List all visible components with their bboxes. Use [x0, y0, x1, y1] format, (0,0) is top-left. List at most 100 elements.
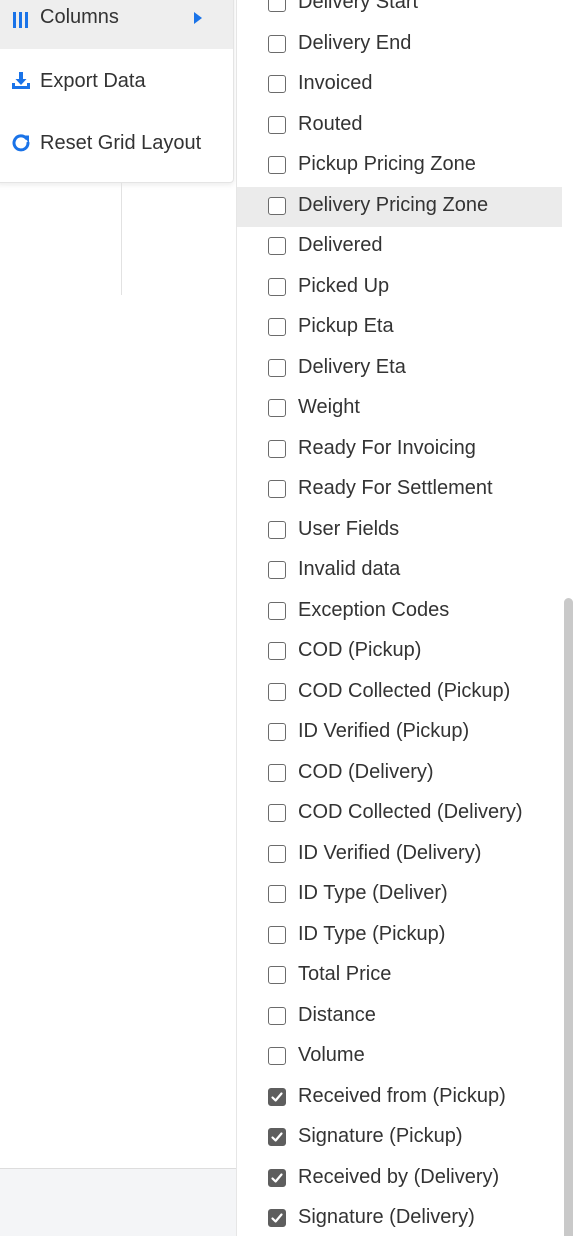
checkbox[interactable] — [268, 34, 286, 53]
checkbox-checked[interactable] — [268, 1128, 286, 1146]
checkmark-icon — [271, 1172, 283, 1183]
column-option-label: ID Type (Pickup) — [298, 922, 446, 945]
checkbox[interactable] — [268, 682, 286, 701]
column-option-label: Picked Up — [298, 274, 390, 297]
column-option[interactable]: Pickup Pricing Zone — [237, 146, 562, 186]
refresh-icon — [12, 134, 30, 152]
columns-panel-scrollbar[interactable] — [564, 598, 573, 1236]
column-option-label: Signature (Delivery) — [298, 1206, 475, 1228]
checkbox[interactable] — [268, 237, 286, 255]
export-data-menu-item[interactable]: Export Data — [0, 51, 233, 111]
column-option-label: Pickup Eta — [298, 315, 394, 337]
checkbox[interactable] — [268, 885, 286, 903]
checkbox[interactable] — [268, 75, 286, 93]
grid-context-menu: Columns Export Data Reset Grid Layout — [0, 0, 234, 183]
checkbox[interactable] — [268, 966, 286, 984]
column-option[interactable]: Invalid data — [237, 551, 562, 591]
reset-grid-layout-label: Reset Grid Layout — [40, 132, 202, 154]
column-option[interactable]: Delivered — [237, 227, 562, 267]
checkbox-checked[interactable] — [268, 1168, 286, 1187]
column-option[interactable]: ID Type (Pickup) — [237, 916, 562, 956]
checkbox[interactable] — [268, 439, 286, 458]
grid-column-divider — [121, 183, 122, 295]
column-option[interactable]: Received from (Pickup) — [237, 1078, 562, 1118]
column-option[interactable]: Weight — [237, 389, 562, 429]
checkmark-icon — [271, 1132, 283, 1142]
column-option[interactable]: Delivery Start — [237, 0, 562, 24]
column-option[interactable]: Volume — [237, 1037, 562, 1077]
checkbox[interactable] — [268, 520, 286, 539]
checkbox[interactable] — [268, 318, 286, 336]
column-option[interactable]: Total Price — [237, 956, 562, 996]
column-option[interactable]: Delivery Eta — [237, 349, 562, 389]
column-option[interactable]: Ready For Invoicing — [237, 430, 562, 470]
download-icon — [12, 72, 30, 89]
columns-icon — [13, 12, 28, 28]
column-option-label: Signature (Pickup) — [298, 1125, 463, 1147]
checkbox[interactable] — [268, 925, 286, 944]
column-option-label: Invoiced — [298, 72, 373, 94]
export-data-label: Export Data — [40, 70, 146, 92]
column-option[interactable]: Delivery End — [237, 25, 562, 65]
checkbox[interactable] — [268, 804, 286, 822]
column-option[interactable]: Delivery Pricing Zone — [237, 186, 562, 227]
column-option[interactable]: Pickup Eta — [237, 308, 562, 348]
column-option-label: ID Verified (Delivery) — [298, 841, 482, 864]
checkbox[interactable] — [268, 601, 286, 620]
column-option[interactable]: Picked Up — [237, 268, 562, 308]
checkbox[interactable] — [268, 561, 286, 579]
checkbox[interactable] — [268, 763, 286, 782]
grid-footer — [0, 1168, 237, 1236]
column-option[interactable]: Routed — [237, 106, 562, 146]
column-option-label: COD (Pickup) — [298, 639, 422, 661]
column-option[interactable]: Received by (Delivery) — [237, 1159, 562, 1199]
column-option[interactable]: Signature (Pickup) — [237, 1118, 562, 1158]
checkmark-icon — [271, 1213, 283, 1223]
checkbox[interactable] — [268, 642, 286, 660]
column-option-label: Delivery End — [298, 31, 412, 54]
reset-grid-layout-menu-item[interactable]: Reset Grid Layout — [0, 113, 233, 173]
checkbox[interactable] — [268, 844, 286, 863]
checkbox[interactable] — [268, 277, 286, 296]
column-option[interactable]: COD Collected (Pickup) — [237, 673, 562, 713]
column-option-label: Invalid data — [298, 558, 401, 580]
checkbox-checked[interactable] — [268, 1087, 286, 1106]
checkbox[interactable] — [268, 0, 286, 12]
column-option-label: Ready For Invoicing — [298, 436, 476, 459]
checkbox[interactable] — [268, 156, 286, 174]
column-option[interactable]: COD (Delivery) — [237, 754, 562, 794]
checkbox[interactable] — [268, 115, 286, 134]
column-option-label: ID Type (Deliver) — [298, 882, 448, 904]
column-option-label: Delivered — [298, 234, 383, 256]
column-option[interactable]: User Fields — [237, 511, 562, 551]
checkbox-checked[interactable] — [268, 1209, 286, 1227]
column-option-label: Received from (Pickup) — [298, 1084, 506, 1107]
column-option-label: Delivery Pricing Zone — [298, 193, 489, 216]
page: Columns Export Data Reset Grid Layout De… — [0, 0, 575, 1236]
columns-menu-label: Columns — [40, 6, 119, 28]
column-option[interactable]: ID Verified (Pickup) — [237, 713, 562, 753]
checkbox[interactable] — [268, 1047, 286, 1065]
column-option[interactable]: Invoiced — [237, 65, 562, 105]
checkbox[interactable] — [268, 480, 286, 498]
column-option-label: Routed — [298, 112, 363, 135]
checkbox[interactable] — [268, 399, 286, 417]
column-option-label: COD (Delivery) — [298, 760, 434, 783]
column-option[interactable]: COD (Pickup) — [237, 632, 562, 672]
column-option-label: Ready For Settlement — [298, 477, 493, 499]
checkbox[interactable] — [268, 1006, 286, 1025]
column-option-label: Pickup Pricing Zone — [298, 153, 476, 175]
column-option[interactable]: Exception Codes — [237, 592, 562, 632]
checkbox[interactable] — [268, 196, 286, 215]
columns-menu-item[interactable]: Columns — [0, 0, 233, 49]
column-option[interactable]: Distance — [237, 997, 562, 1037]
checkbox[interactable] — [268, 358, 286, 377]
column-option-label: Delivery Start — [298, 0, 419, 13]
column-option[interactable]: ID Type (Deliver) — [237, 875, 562, 915]
checkbox[interactable] — [268, 723, 286, 741]
column-option[interactable]: ID Verified (Delivery) — [237, 835, 562, 875]
column-option[interactable]: Ready For Settlement — [237, 470, 562, 510]
column-option[interactable]: Signature (Delivery) — [237, 1199, 562, 1236]
column-option[interactable]: COD Collected (Delivery) — [237, 794, 562, 834]
column-option-label: ID Verified (Pickup) — [298, 720, 470, 742]
